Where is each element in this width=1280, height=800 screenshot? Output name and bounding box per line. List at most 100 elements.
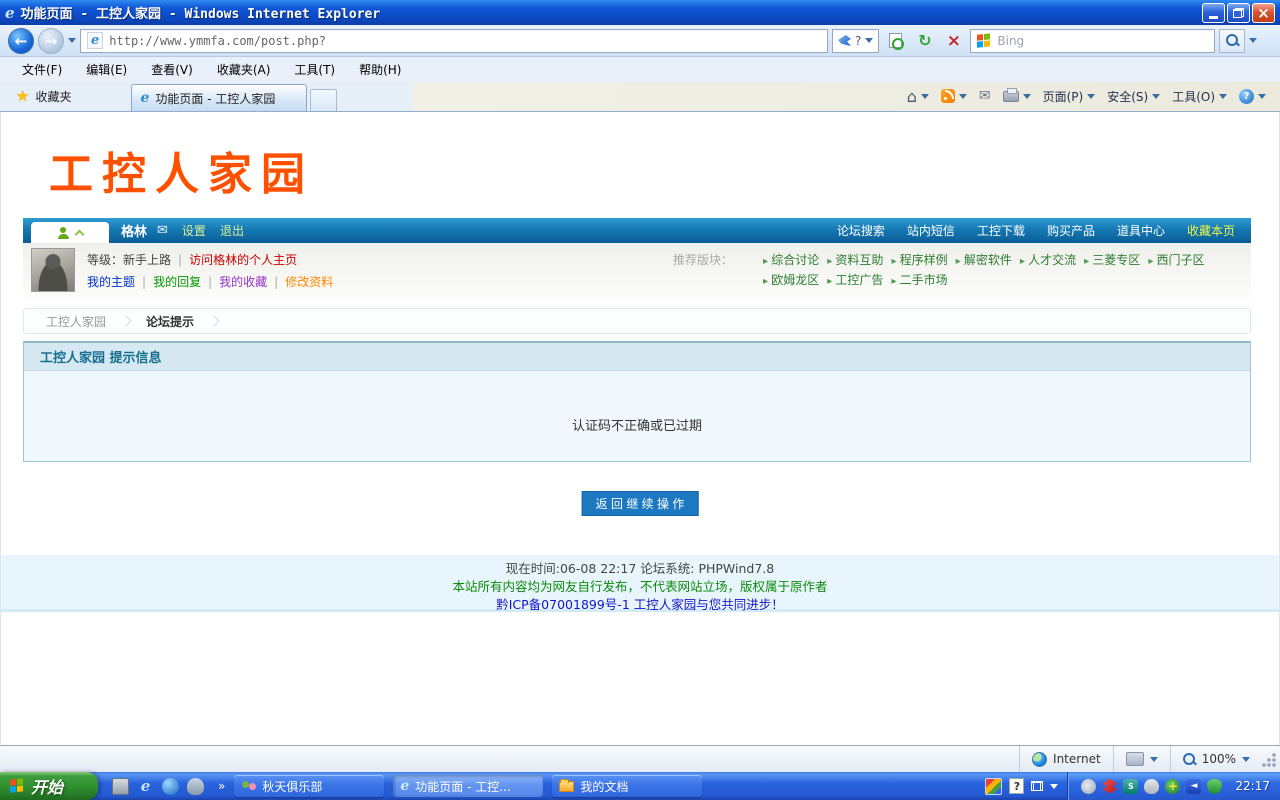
safety-dropdown-icon[interactable]: [1152, 94, 1160, 99]
favorites-button[interactable]: ★ 收藏夹: [0, 81, 87, 111]
homepage-link[interactable]: 访问格林的个人主页: [189, 253, 297, 267]
feeds-button[interactable]: [941, 89, 967, 103]
task-button-ie-active[interactable]: e 功能页面 - 工控...: [393, 775, 543, 797]
language-options-icon[interactable]: [1050, 784, 1058, 789]
feeds-dropdown-icon[interactable]: [959, 94, 967, 99]
task-button-qq-group[interactable]: 秋天俱乐部: [234, 775, 384, 797]
user-panel-toggle[interactable]: [31, 222, 109, 243]
user-avatar[interactable]: [31, 248, 75, 292]
page-menu-button[interactable]: 页面(P): [1043, 88, 1096, 105]
messenger-quicklaunch-icon[interactable]: [187, 778, 204, 795]
stop-icon: ×: [947, 31, 961, 51]
my-replies-link[interactable]: 我的回复: [153, 275, 201, 289]
protected-mode-button[interactable]: [1113, 746, 1170, 772]
board-link[interactable]: 解密软件: [956, 253, 1012, 267]
zoom-dropdown-icon[interactable]: [1242, 757, 1250, 762]
media-player-quicklaunch-icon[interactable]: [162, 778, 179, 795]
my-favorites-link[interactable]: 我的收藏: [219, 275, 267, 289]
quicklaunch-overflow-icon[interactable]: »: [218, 779, 225, 793]
nav-item-center[interactable]: 道具中心: [1117, 222, 1165, 239]
start-button[interactable]: 开始: [0, 772, 98, 800]
board-link[interactable]: 人才交流: [1020, 253, 1076, 267]
resize-grip[interactable]: [1262, 752, 1277, 767]
volume-tray-icon[interactable]: [1081, 779, 1096, 794]
addon-dropdown-icon[interactable]: [865, 38, 873, 43]
page-icon: e: [87, 32, 103, 49]
shield-tray-icon[interactable]: [1207, 779, 1222, 794]
board-link[interactable]: 西门子区: [1148, 253, 1204, 267]
settings-link[interactable]: 设置: [182, 222, 206, 239]
protected-mode-dropdown-icon[interactable]: [1150, 757, 1158, 762]
board-link[interactable]: 综合讨论: [763, 253, 819, 267]
address-bar[interactable]: e http://www.ymmfa.com/post.php?: [80, 29, 828, 53]
forward-button[interactable]: →: [38, 28, 64, 54]
search-button[interactable]: [1219, 29, 1245, 53]
nav-forum-search[interactable]: 论坛搜索: [837, 222, 885, 239]
home-button[interactable]: ⌂: [907, 87, 929, 106]
help-dropdown-icon[interactable]: [1258, 94, 1266, 99]
board-link[interactable]: 二手市场: [891, 273, 947, 287]
message-icon[interactable]: ✉: [157, 223, 168, 238]
refresh-button[interactable]: ↻: [912, 29, 937, 53]
menu-help[interactable]: 帮助(H): [347, 58, 413, 81]
close-button[interactable]: ×: [1252, 3, 1275, 23]
menu-favorites[interactable]: 收藏夹(A): [205, 58, 283, 81]
new-tab-button[interactable]: [310, 89, 337, 111]
addon-button[interactable]: ?: [832, 29, 879, 53]
breadcrumb-home[interactable]: 工控人家园: [46, 313, 106, 330]
ie-quicklaunch-icon[interactable]: e: [137, 778, 154, 795]
menu-file[interactable]: 文件(F): [10, 58, 74, 81]
home-dropdown-icon[interactable]: [921, 94, 929, 99]
edit-profile-link[interactable]: 修改资料: [285, 275, 333, 289]
compatibility-view-button[interactable]: [883, 29, 908, 53]
taskbar-clock[interactable]: 22:17: [1235, 779, 1270, 793]
restore-button[interactable]: [1227, 3, 1250, 23]
board-link[interactable]: 欧姆龙区: [763, 273, 819, 287]
nav-buy-products[interactable]: 购买产品: [1047, 222, 1095, 239]
back-button[interactable]: ←: [8, 28, 34, 54]
board-link[interactable]: 资料互助: [827, 253, 883, 267]
print-button[interactable]: [1003, 91, 1031, 102]
nav-bookmark-page[interactable]: 收藏本页: [1187, 222, 1235, 239]
task-button-my-documents[interactable]: 我的文档: [552, 775, 702, 797]
minimize-button[interactable]: [1202, 3, 1225, 23]
tools-menu-button[interactable]: 工具(O): [1172, 88, 1227, 105]
stop-button[interactable]: ×: [941, 29, 966, 53]
address-url[interactable]: http://www.ymmfa.com/post.php?: [109, 34, 326, 48]
read-mail-button[interactable]: ✉: [979, 88, 991, 104]
recent-pages-dropdown-icon[interactable]: [68, 38, 76, 43]
username[interactable]: 格林: [121, 221, 147, 240]
refresh-icon: ↻: [918, 31, 931, 50]
print-dropdown-icon[interactable]: [1023, 94, 1031, 99]
safety-menu-button[interactable]: 安全(S): [1107, 88, 1160, 105]
logout-link[interactable]: 退出: [220, 222, 244, 239]
antivirus-tray-icon[interactable]: +: [1165, 779, 1180, 794]
board-link[interactable]: 三菱专区: [1084, 253, 1140, 267]
help-button[interactable]: ?: [1239, 89, 1266, 104]
nav-site-messages[interactable]: 站内短信: [907, 222, 955, 239]
menu-edit[interactable]: 编辑(E): [74, 58, 139, 81]
site-logo[interactable]: 工控人家园: [49, 138, 314, 202]
ime-icon[interactable]: [985, 778, 1002, 795]
tools-dropdown-icon[interactable]: [1219, 94, 1227, 99]
language-restore-icon[interactable]: [1031, 781, 1043, 791]
language-help-icon[interactable]: ?: [1009, 778, 1024, 794]
menu-tools[interactable]: 工具(T): [282, 58, 347, 81]
search-box[interactable]: Bing: [970, 29, 1215, 53]
board-link[interactable]: 工控广告: [827, 273, 883, 287]
sys-tray-icon[interactable]: S: [1123, 779, 1138, 794]
page-dropdown-icon[interactable]: [1087, 94, 1095, 99]
device-quicklaunch-icon[interactable]: [112, 778, 129, 795]
tab-active[interactable]: e 功能页面 - 工控人家园: [131, 84, 307, 111]
return-continue-button[interactable]: 返 回 继 续 操 作: [582, 491, 699, 516]
footer-icp-link[interactable]: 黔ICP备07001899号-1 工控人家园与您共同进步！: [1, 596, 1279, 614]
input-device-tray-icon[interactable]: [1144, 779, 1159, 794]
my-topics-link[interactable]: 我的主题: [87, 275, 135, 289]
thunder-tray-icon[interactable]: [1102, 779, 1117, 794]
search-options-dropdown-icon[interactable]: [1249, 38, 1257, 43]
speaker-tray-icon[interactable]: ◄: [1186, 779, 1201, 794]
board-link[interactable]: 程序样例: [891, 253, 947, 267]
menu-view[interactable]: 查看(V): [139, 58, 205, 81]
zoom-control[interactable]: 100%: [1170, 746, 1262, 772]
nav-downloads[interactable]: 工控下载: [977, 222, 1025, 239]
